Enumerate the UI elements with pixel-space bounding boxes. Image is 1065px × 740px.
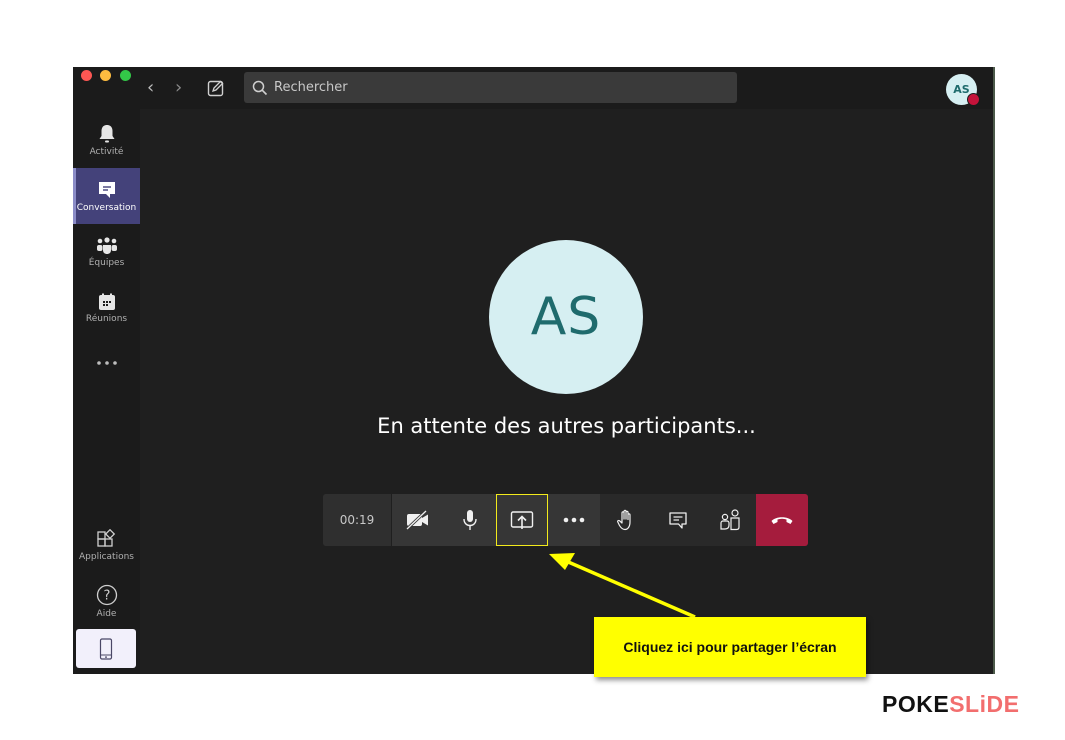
- more-options-icon: [563, 517, 585, 523]
- sidebar-item-help[interactable]: ? Aide: [73, 573, 140, 629]
- call-timer: 00:19: [323, 494, 392, 546]
- sidebar-label: Équipes: [88, 257, 125, 268]
- participant-avatar: AS: [489, 240, 643, 394]
- waiting-message: En attente des autres participants...: [377, 414, 756, 438]
- raise-hand-button[interactable]: [600, 494, 652, 546]
- participants-button[interactable]: [704, 494, 756, 546]
- search-bar[interactable]: [244, 72, 737, 103]
- forward-arrow-icon[interactable]: ›: [175, 78, 182, 98]
- sidebar-label: Activité: [89, 146, 124, 157]
- teams-icon: [96, 236, 117, 254]
- window-close-button[interactable]: [81, 70, 92, 81]
- sidebar-item-more[interactable]: [73, 336, 140, 392]
- call-stage: AS En attente des autres participants...…: [140, 109, 993, 674]
- mobile-device-icon: [99, 637, 113, 660]
- chat-icon: [669, 512, 687, 529]
- back-arrow-icon[interactable]: ‹: [147, 78, 154, 98]
- sidebar-label: Applications: [79, 551, 134, 562]
- pokeslide-logo: POKESLiDE: [882, 691, 1019, 718]
- callout-text: Cliquez ici pour partager l’écran: [623, 639, 837, 655]
- sidebar-item-applications[interactable]: Applications: [73, 517, 140, 573]
- calendar-icon: [98, 293, 115, 310]
- hang-up-icon: [771, 517, 793, 524]
- sidebar-label: Conversation: [76, 202, 137, 213]
- chat-button[interactable]: [652, 494, 704, 546]
- sidebar-label: Réunions: [85, 313, 128, 324]
- window-maximize-button[interactable]: [120, 70, 131, 81]
- sidebar-label: Aide: [96, 608, 117, 619]
- teams-window: ‹ › AS Activité: [73, 67, 993, 674]
- search-input[interactable]: [274, 80, 714, 95]
- svg-text:?: ?: [103, 588, 110, 603]
- bell-icon: [99, 124, 114, 142]
- sidebar-item-activity[interactable]: Activité: [73, 112, 140, 168]
- hand-icon: [617, 509, 631, 531]
- presence-status-icon: [967, 93, 980, 106]
- camera-off-icon: [405, 510, 428, 530]
- device-button[interactable]: [76, 629, 136, 668]
- help-icon: ?: [96, 584, 117, 605]
- logo-part-2: SLiDE: [949, 691, 1020, 717]
- share-screen-icon: [510, 511, 534, 529]
- call-controls-bar: 00:19: [323, 494, 808, 546]
- more-options-button[interactable]: [548, 494, 600, 546]
- sidebar-item-teams[interactable]: Équipes: [73, 224, 140, 280]
- share-screen-button[interactable]: [496, 494, 548, 546]
- chat-icon: [98, 181, 115, 198]
- search-icon: [252, 80, 268, 95]
- app-sidebar: Activité Conversation Équipes Réunions A…: [73, 109, 140, 674]
- instruction-callout: Cliquez ici pour partager l’écran: [594, 617, 866, 677]
- window-minimize-button[interactable]: [100, 70, 111, 81]
- compose-icon[interactable]: [207, 79, 225, 97]
- more-icon: [96, 360, 117, 365]
- hang-up-button[interactable]: [756, 494, 808, 546]
- sidebar-item-conversation[interactable]: Conversation: [73, 168, 140, 224]
- title-bar: ‹ › AS: [73, 67, 993, 109]
- sidebar-item-meetings[interactable]: Réunions: [73, 280, 140, 336]
- participants-icon: [720, 509, 740, 531]
- microphone-button[interactable]: [444, 494, 496, 546]
- window-edge: [993, 67, 995, 674]
- apps-icon: [96, 528, 115, 547]
- logo-part-1: POKE: [882, 691, 950, 717]
- camera-toggle-button[interactable]: [392, 494, 444, 546]
- microphone-icon: [463, 510, 477, 530]
